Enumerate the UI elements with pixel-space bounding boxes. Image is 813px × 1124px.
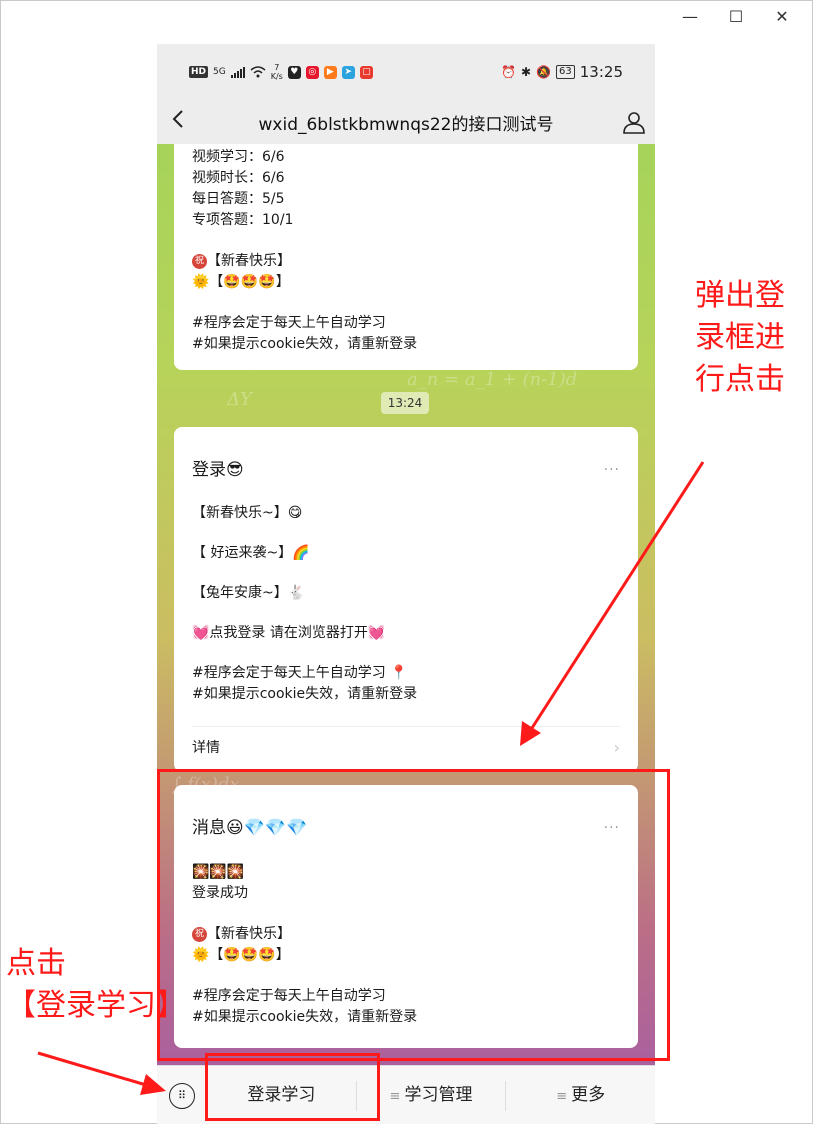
annotation-line: 录框进 xyxy=(695,320,785,355)
arrow-head-menu xyxy=(140,1074,166,1095)
annotation-line: 点击 xyxy=(6,946,66,981)
arrow-head-login xyxy=(520,721,541,746)
annotation-line: 弹出登 xyxy=(695,278,785,313)
annotation-click: 点击 【登录学习】 xyxy=(6,943,186,1027)
arrow-line-menu xyxy=(37,1051,147,1087)
annotation-line: 【登录学习】 xyxy=(6,988,186,1023)
annotation-popup: 弹出登 录框进 行点击 xyxy=(695,275,785,401)
arrow-line-login xyxy=(530,461,705,729)
annotation-line: 行点击 xyxy=(695,362,785,397)
